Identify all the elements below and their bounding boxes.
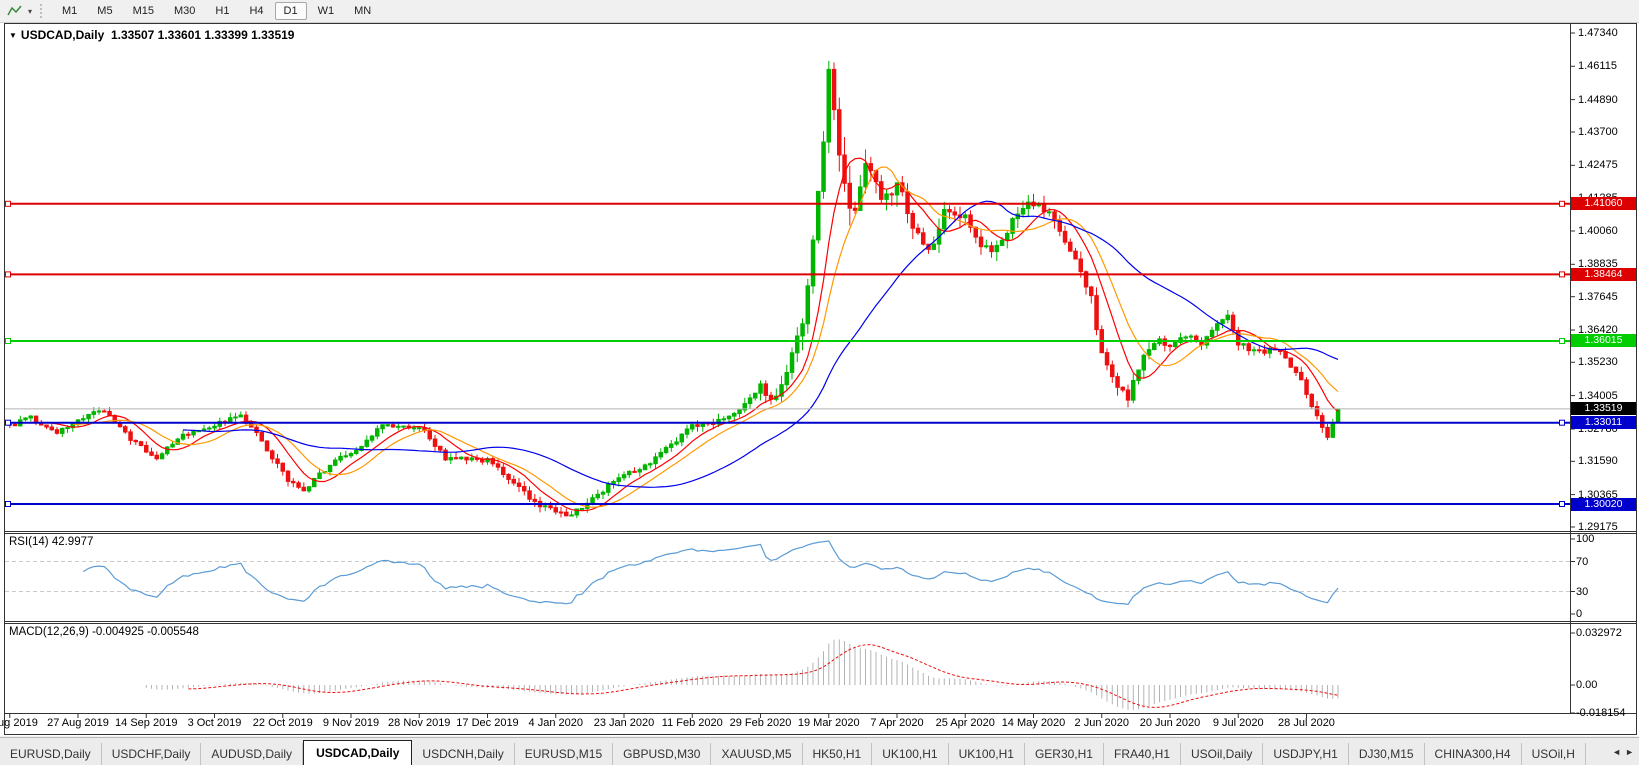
tab-ger30-h1[interactable]: GER30,H1 [1025, 743, 1104, 765]
hline-price-tag[interactable]: 1.41060 [1571, 197, 1636, 210]
price-axis-tick: 1.35230 [1578, 356, 1618, 368]
indicator-tool-icon[interactable]: ▾ [0, 4, 38, 18]
price-axis-tick: 1.47340 [1578, 27, 1618, 39]
timeframe-button-w1[interactable]: W1 [309, 2, 344, 20]
hline-price-tag[interactable]: 1.36015 [1571, 334, 1636, 347]
hline-price-tag[interactable]: 1.38464 [1571, 268, 1636, 281]
timeframe-buttons: M1M5M15M30H1H4D1W1MN [52, 2, 381, 20]
tab-hk50-h1[interactable]: HK50,H1 [803, 743, 873, 765]
chart-symbol-label: USDCAD,Daily [21, 28, 104, 42]
timeframe-button-h1[interactable]: H1 [206, 2, 238, 20]
timeframe-button-m15[interactable]: M15 [124, 2, 163, 20]
tab-uk100-h1[interactable]: UK100,H1 [872, 743, 948, 765]
tab-scroll-left-icon[interactable]: ◄ [1612, 747, 1621, 757]
chart-canvas[interactable] [0, 23, 1639, 736]
tab-scroll-right-icon[interactable]: ► [1625, 747, 1634, 757]
toolbar-grip [40, 4, 46, 18]
tab-usdjpy-h1[interactable]: USDJPY,H1 [1263, 743, 1348, 765]
price-axis-tick: 1.37645 [1578, 291, 1618, 303]
tab-dj30-m15[interactable]: DJ30,M15 [1349, 743, 1425, 765]
price-axis-tick: 1.31590 [1578, 455, 1618, 467]
chart-tabs: EURUSD,DailyUSDCHF,DailyAUDUSD,DailyUSDC… [0, 738, 1600, 765]
rsi-axis-tick: 100 [1576, 533, 1594, 545]
price-axis-tick: 1.44890 [1578, 94, 1618, 106]
rsi-axis-tick: 70 [1576, 556, 1588, 568]
timeframe-button-mn[interactable]: MN [345, 2, 380, 20]
macd-label: MACD(12,26,9) -0.004925 -0.005548 [9, 626, 199, 638]
hline-price-tag[interactable]: 1.30020 [1571, 498, 1636, 511]
price-axis-tick: 1.43700 [1578, 126, 1618, 138]
macd-axis-tick: 0.00 [1576, 679, 1597, 691]
timeframe-button-m5[interactable]: M5 [88, 2, 121, 20]
chart-ohlc-values: 1.33507 1.33601 1.33399 1.33519 [111, 28, 295, 42]
rsi-axis-tick: 0 [1576, 608, 1582, 620]
price-axis-tick: 1.46115 [1578, 60, 1617, 72]
chart-tab-bar: EURUSD,DailyUSDCHF,DailyAUDUSD,DailyUSDC… [0, 737, 1639, 765]
timeframe-button-d1[interactable]: D1 [275, 2, 307, 20]
timeframe-button-h4[interactable]: H4 [240, 2, 272, 20]
tab-china300-h4[interactable]: CHINA300,H4 [1425, 743, 1522, 765]
tab-gbpusd-m30[interactable]: GBPUSD,M30 [613, 743, 711, 765]
chart-window: ▼ USDCAD,Daily 1.33507 1.33601 1.33399 1.… [0, 23, 1639, 736]
tab-usoil-h[interactable]: USOil,H [1522, 743, 1586, 765]
tab-eurusd-m15[interactable]: EURUSD,M15 [515, 743, 613, 765]
tab-usdchf-daily[interactable]: USDCHF,Daily [102, 743, 202, 765]
tab-audusd-daily[interactable]: AUDUSD,Daily [201, 743, 303, 765]
chart-title: ▼ USDCAD,Daily 1.33507 1.33601 1.33399 1.… [9, 28, 294, 42]
tab-usoil-daily[interactable]: USOil,Daily [1181, 743, 1263, 765]
tab-usdcnh-daily[interactable]: USDCNH,Daily [412, 743, 514, 765]
tab-usdcad-daily[interactable]: USDCAD,Daily [303, 740, 412, 765]
price-axis-tick: 1.42475 [1578, 159, 1618, 171]
timeframe-button-m1[interactable]: M1 [53, 2, 86, 20]
rsi-axis-tick: 30 [1576, 586, 1588, 598]
zigzag-icon [6, 4, 26, 18]
hline-price-tag[interactable]: 1.33011 [1571, 416, 1636, 429]
date-axis-label: 28 Jul 2020 [1267, 717, 1347, 729]
tab-fra40-h1[interactable]: FRA40,H1 [1104, 743, 1181, 765]
price-axis-tick: 1.29175 [1578, 521, 1618, 533]
timeframe-button-m30[interactable]: M30 [165, 2, 204, 20]
macd-axis-tick: 0.032972 [1576, 627, 1622, 639]
macd-axis-tick: -0.018154 [1576, 707, 1626, 719]
price-axis-tick: 1.34005 [1578, 390, 1618, 402]
dropdown-caret-icon[interactable]: ▾ [28, 7, 32, 16]
trading-terminal: ▾ M1M5M15M30H1H4D1W1MN ▼ USDCAD,Daily 1.3… [0, 0, 1639, 765]
collapse-icon[interactable]: ▼ [9, 31, 17, 40]
tab-eurusd-daily[interactable]: EURUSD,Daily [0, 743, 102, 765]
tab-uk100-h1[interactable]: UK100,H1 [949, 743, 1025, 765]
rsi-label: RSI(14) 42.9977 [9, 536, 93, 548]
timeframe-toolbar: ▾ M1M5M15M30H1H4D1W1MN [0, 0, 1639, 23]
price-axis-tick: 1.40060 [1578, 225, 1618, 237]
tab-xauusd-m5[interactable]: XAUUSD,M5 [711, 743, 802, 765]
current-price-tag: 1.33519 [1571, 402, 1636, 415]
